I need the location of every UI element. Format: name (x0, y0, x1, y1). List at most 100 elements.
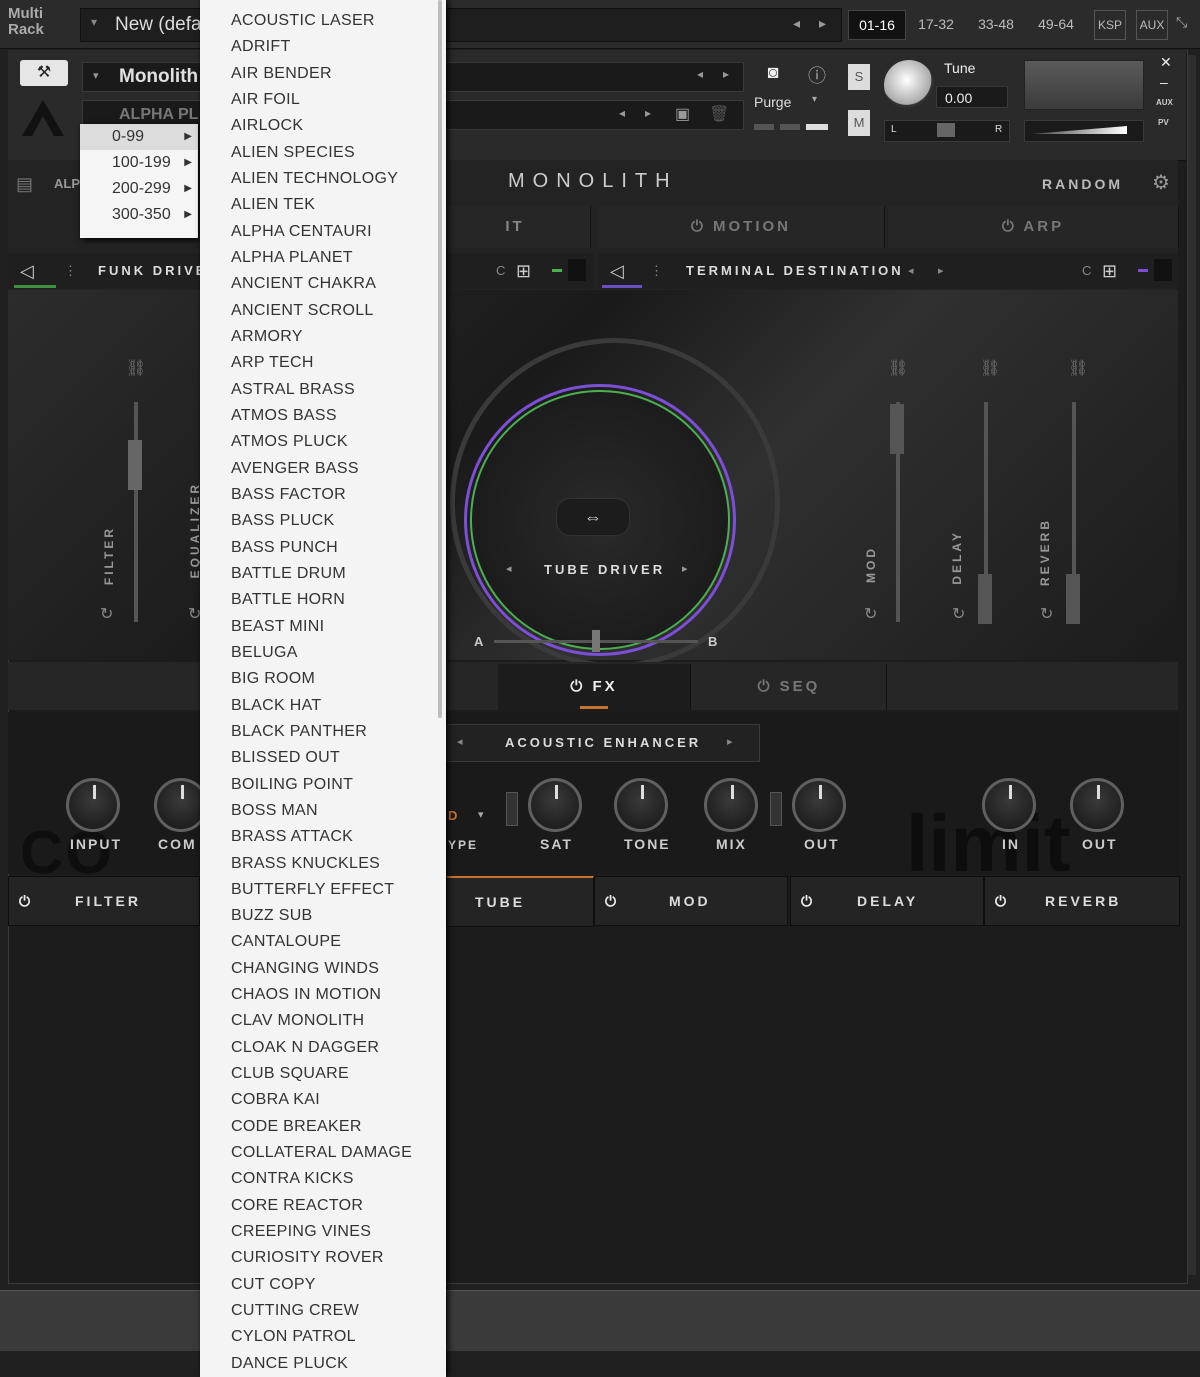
delay-slider-handle[interactable] (978, 574, 992, 624)
tab-seq[interactable]: ⏻ SEQ (692, 664, 887, 710)
preset-menu-item[interactable]: BOILING POINT (200, 772, 446, 798)
preset-menu-item[interactable]: AIRLOCK (200, 113, 446, 139)
filter-slider[interactable] (134, 402, 138, 622)
range-item[interactable]: 100-199 ▶ (80, 150, 198, 176)
wrench-icon[interactable]: ⚒ (20, 60, 68, 86)
fx-slot-reverb[interactable]: ⏻ REVERB (984, 876, 1180, 926)
link-toggle-icon[interactable]: ⇔ (556, 498, 630, 536)
preset-menu-item[interactable]: CLOAK N DAGGER (200, 1035, 446, 1061)
preset-menu-item[interactable]: CODE BREAKER (200, 1114, 446, 1140)
preset-menu-item[interactable]: ANCIENT SCROLL (200, 298, 446, 324)
preset-menu-item[interactable]: ADRIFT (200, 34, 446, 60)
reset-icon[interactable]: ↻ (1040, 604, 1053, 624)
preset-menu-item[interactable]: ALIEN SPECIES (200, 140, 446, 166)
preset-menu-item[interactable]: BEAST MINI (200, 614, 446, 640)
aux-small-button[interactable]: AUX (1156, 98, 1173, 107)
preset-menu-item[interactable]: BASS FACTOR (200, 482, 446, 508)
reset-icon[interactable]: ↻ (952, 604, 965, 624)
preset-menu-item[interactable]: BELUGA (200, 640, 446, 666)
preset-menu-item[interactable]: BOSS MAN (200, 798, 446, 824)
preset-menu-item[interactable]: BASS PLUCK (200, 508, 446, 534)
preset-menu-item[interactable]: ANCIENT CHAKRA (200, 271, 446, 297)
prev-arrow-icon[interactable]: ◂ (908, 253, 914, 289)
tune-value[interactable]: 0.00 (936, 86, 1008, 108)
preset-menu-item[interactable]: CUTTING CREW (200, 1298, 446, 1324)
mod-slider-handle[interactable] (890, 404, 904, 454)
limiter-out-knob[interactable] (1070, 778, 1124, 832)
preset-menu-item[interactable]: CREEPING VINES (200, 1219, 446, 1245)
preset-menu-item[interactable]: CANTALOUPE (200, 929, 446, 955)
preset-menu-item[interactable]: BIG ROOM (200, 666, 446, 692)
page-button-49-64[interactable]: 49-64 (1028, 10, 1084, 38)
prev-arrow-icon[interactable]: ◂ (506, 562, 512, 575)
preset-menu-item[interactable]: ATMOS BASS (200, 403, 446, 429)
tab-edit[interactable]: IT (440, 206, 591, 248)
power-icon[interactable]: ⏻ (791, 877, 825, 925)
preset-menu-item[interactable]: BUZZ SUB (200, 903, 446, 929)
rack-preset-dropdown[interactable]: ▾ New (defa ◂ ▸ (80, 8, 842, 42)
info-icon[interactable]: ⓘ (798, 62, 836, 90)
preset-menu-item[interactable]: ALPHA PLANET (200, 245, 446, 271)
preset-menu-item[interactable]: CYLON PATROL (200, 1324, 446, 1350)
preset-menu-item[interactable]: ASTRAL BRASS (200, 377, 446, 403)
fx-slot-filter[interactable]: ⏻ FILTER (8, 876, 200, 926)
tab-motion[interactable]: ⏻ MOTION (598, 206, 885, 248)
preset-menu-item[interactable]: CUT COPY (200, 1272, 446, 1298)
preset-menu-item[interactable]: ATMOS PLUCK (200, 429, 446, 455)
grid-icon[interactable]: ⊞ (516, 253, 531, 289)
next-arrow-icon[interactable]: ▸ (645, 106, 651, 120)
preset-menu-item[interactable]: AIR FOIL (200, 87, 446, 113)
preset-menu-item[interactable]: BATTLE DRUM (200, 561, 446, 587)
random-button[interactable]: RANDOM (1042, 176, 1123, 192)
prev-arrow-icon[interactable]: ◂ (697, 67, 703, 81)
preset-menu-item[interactable]: ARP TECH (200, 350, 446, 376)
page-button-17-32[interactable]: 17-32 (908, 10, 964, 38)
power-icon[interactable]: ⏻ (985, 877, 1019, 925)
preset-menu-item[interactable]: BUTTERFLY EFFECT (200, 877, 446, 903)
preset-list-scrollbar[interactable] (438, 0, 442, 718)
fx-preset-selector[interactable]: ◂ ACOUSTIC ENHANCER ▸ (446, 724, 760, 762)
power-icon[interactable]: ⏻ (595, 877, 629, 925)
mix-knob[interactable] (704, 778, 758, 832)
pv-small-button[interactable]: PV (1158, 118, 1169, 127)
fx-slot-tube[interactable]: TUBE (446, 876, 594, 927)
reset-icon[interactable]: ↻ (100, 604, 113, 624)
next-arrow-icon[interactable]: ▸ (819, 15, 826, 32)
ab-slider-handle[interactable] (592, 630, 600, 652)
preset-menu-item[interactable]: CLUB SQUARE (200, 1061, 446, 1087)
tone-knob[interactable] (614, 778, 668, 832)
next-arrow-icon[interactable]: ▸ (938, 253, 944, 289)
preset-menu-item[interactable]: BLACK HAT (200, 693, 446, 719)
collapse-icon[interactable]: ⤡ (1176, 14, 1187, 31)
power-icon[interactable]: ⏻ (9, 877, 43, 925)
preset-menu-item[interactable]: ALPHA CENTAURI (200, 219, 446, 245)
aux-button[interactable]: AUX (1136, 10, 1168, 40)
prev-arrow-icon[interactable]: ◂ (793, 15, 800, 32)
link-icon[interactable]: ⛓ (1068, 358, 1088, 378)
more-dots-icon[interactable]: ⋮ (650, 253, 663, 289)
next-arrow-icon[interactable]: ▸ (682, 562, 688, 575)
preset-menu-item[interactable]: BLISSED OUT (200, 745, 446, 771)
preset-menu-item[interactable]: BATTLE HORN (200, 587, 446, 613)
preset-menu-item[interactable]: CONTRA KICKS (200, 1166, 446, 1192)
layer-b-key[interactable]: C (1082, 253, 1091, 289)
preset-menu-item[interactable]: ALIEN TECHNOLOGY (200, 166, 446, 192)
next-arrow-icon[interactable]: ▸ (727, 735, 733, 748)
prev-arrow-icon[interactable]: ◂ (457, 735, 463, 748)
preset-menu-item[interactable]: CORE REACTOR (200, 1193, 446, 1219)
preset-menu-item[interactable]: COLLATERAL DAMAGE (200, 1140, 446, 1166)
out-knob[interactable] (792, 778, 846, 832)
purge-dropdown[interactable]: Purge (754, 94, 791, 110)
link-icon[interactable]: ⛓ (980, 358, 1000, 378)
pan-slider[interactable]: L R (884, 120, 1010, 142)
trash-icon[interactable]: 🗑 (709, 104, 729, 124)
fx-slot-mod[interactable]: ⏻ MOD (594, 876, 788, 926)
layer-a-name[interactable]: FUNK DRIVE (98, 253, 207, 289)
camera-icon[interactable]: ◙ (754, 62, 792, 90)
tab-fx[interactable]: ⏻ FX (498, 664, 691, 710)
center-preset-name[interactable]: TUBE DRIVER (544, 562, 665, 577)
preset-menu-item[interactable]: AIR BENDER (200, 61, 446, 87)
next-arrow-icon[interactable]: ▸ (723, 67, 729, 81)
tab-arp[interactable]: ⏻ ARP (888, 206, 1179, 248)
preset-menu-item[interactable]: BASS PUNCH (200, 535, 446, 561)
